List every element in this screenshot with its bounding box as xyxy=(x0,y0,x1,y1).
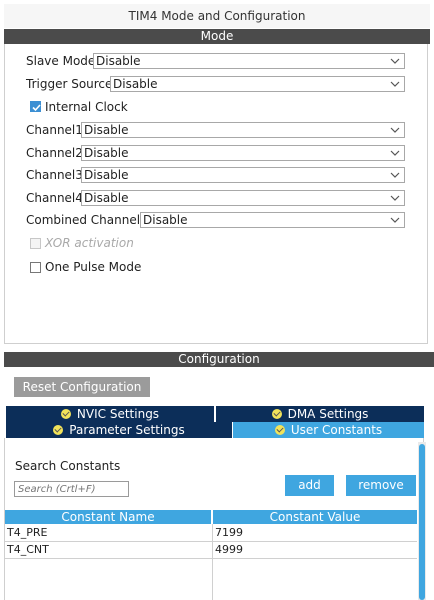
channel2-label: Channel2 xyxy=(26,146,83,160)
channel2-select[interactable]: Disable xyxy=(81,145,405,161)
scrollbar-thumb[interactable] xyxy=(419,444,425,600)
channel2-value: Disable xyxy=(84,146,129,160)
channel1-label: Channel1 xyxy=(26,123,83,137)
trigger-source-value: Disable xyxy=(113,77,158,91)
chevron-down-icon xyxy=(390,81,400,87)
channel3-label: Channel3 xyxy=(26,168,83,182)
column-header-constant-value[interactable]: Constant Value xyxy=(213,510,417,524)
check-circle-icon xyxy=(271,409,282,419)
chevron-down-icon xyxy=(390,127,400,133)
remove-constant-button[interactable]: remove xyxy=(346,475,416,496)
chevron-down-icon xyxy=(390,195,400,201)
tab-label: NVIC Settings xyxy=(76,407,160,421)
one-pulse-mode-checkbox[interactable] xyxy=(30,262,41,273)
table-row[interactable]: T4_PRE 7199 xyxy=(5,524,417,541)
constant-value-cell: 4999 xyxy=(215,543,243,556)
table-row[interactable]: T4_CNT 4999 xyxy=(5,541,417,558)
channel4-select[interactable]: Disable xyxy=(81,190,405,206)
channel3-select[interactable]: Disable xyxy=(81,167,405,183)
channel4-label: Channel4 xyxy=(26,191,83,205)
configuration-section-header: Configuration xyxy=(4,352,434,367)
constant-name-cell: T4_CNT xyxy=(7,543,49,556)
combined-channels-value: Disable xyxy=(143,213,188,227)
check-circle-icon xyxy=(60,409,71,419)
tab-dma-settings[interactable]: DMA Settings xyxy=(216,406,424,422)
reset-configuration-button[interactable]: Reset Configuration xyxy=(14,377,150,397)
constant-value-cell: 7199 xyxy=(215,526,243,539)
xor-activation-label: XOR activation xyxy=(45,236,134,250)
search-constants-input[interactable] xyxy=(14,481,129,497)
internal-clock-checkbox[interactable] xyxy=(30,101,41,112)
tab-nvic-settings[interactable]: NVIC Settings xyxy=(6,406,214,422)
internal-clock-label: Internal Clock xyxy=(45,100,128,114)
check-circle-icon xyxy=(53,425,64,435)
window-title: TIM4 Mode and Configuration xyxy=(4,4,430,28)
column-header-constant-name[interactable]: Constant Name xyxy=(5,510,211,524)
chevron-down-icon xyxy=(390,58,400,64)
xor-activation-checkbox[interactable] xyxy=(30,238,41,249)
add-constant-button[interactable]: add xyxy=(285,475,334,496)
constant-name-cell: T4_PRE xyxy=(7,526,48,539)
channel1-select[interactable]: Disable xyxy=(81,122,405,138)
channel3-value: Disable xyxy=(84,168,129,182)
slave-mode-select[interactable]: Disable xyxy=(93,53,405,69)
tab-label: DMA Settings xyxy=(287,407,369,421)
slave-mode-value: Disable xyxy=(96,54,141,68)
tab-label: Parameter Settings xyxy=(69,423,185,437)
search-constants-label: Search Constants xyxy=(15,459,121,473)
combined-channels-label: Combined Channels xyxy=(26,213,147,227)
slave-mode-label: Slave Mode xyxy=(26,54,96,68)
checkmark-icon xyxy=(32,104,41,112)
tab-label: User Constants xyxy=(290,423,383,437)
tab-user-constants[interactable]: User Constants xyxy=(233,422,424,438)
row-divider xyxy=(5,558,417,559)
one-pulse-mode-label: One Pulse Mode xyxy=(45,260,142,274)
trigger-source-select[interactable]: Disable xyxy=(110,76,405,92)
chevron-down-icon xyxy=(390,150,400,156)
trigger-source-label: Trigger Source xyxy=(26,77,113,91)
tab-parameter-settings[interactable]: Parameter Settings xyxy=(6,422,232,438)
mode-section-header: Mode xyxy=(4,29,430,44)
check-circle-icon xyxy=(274,425,285,435)
chevron-down-icon xyxy=(390,172,400,178)
channel1-value: Disable xyxy=(84,123,129,137)
combined-channels-select[interactable]: Disable xyxy=(140,212,405,228)
channel4-value: Disable xyxy=(84,191,129,205)
chevron-down-icon xyxy=(390,217,400,223)
